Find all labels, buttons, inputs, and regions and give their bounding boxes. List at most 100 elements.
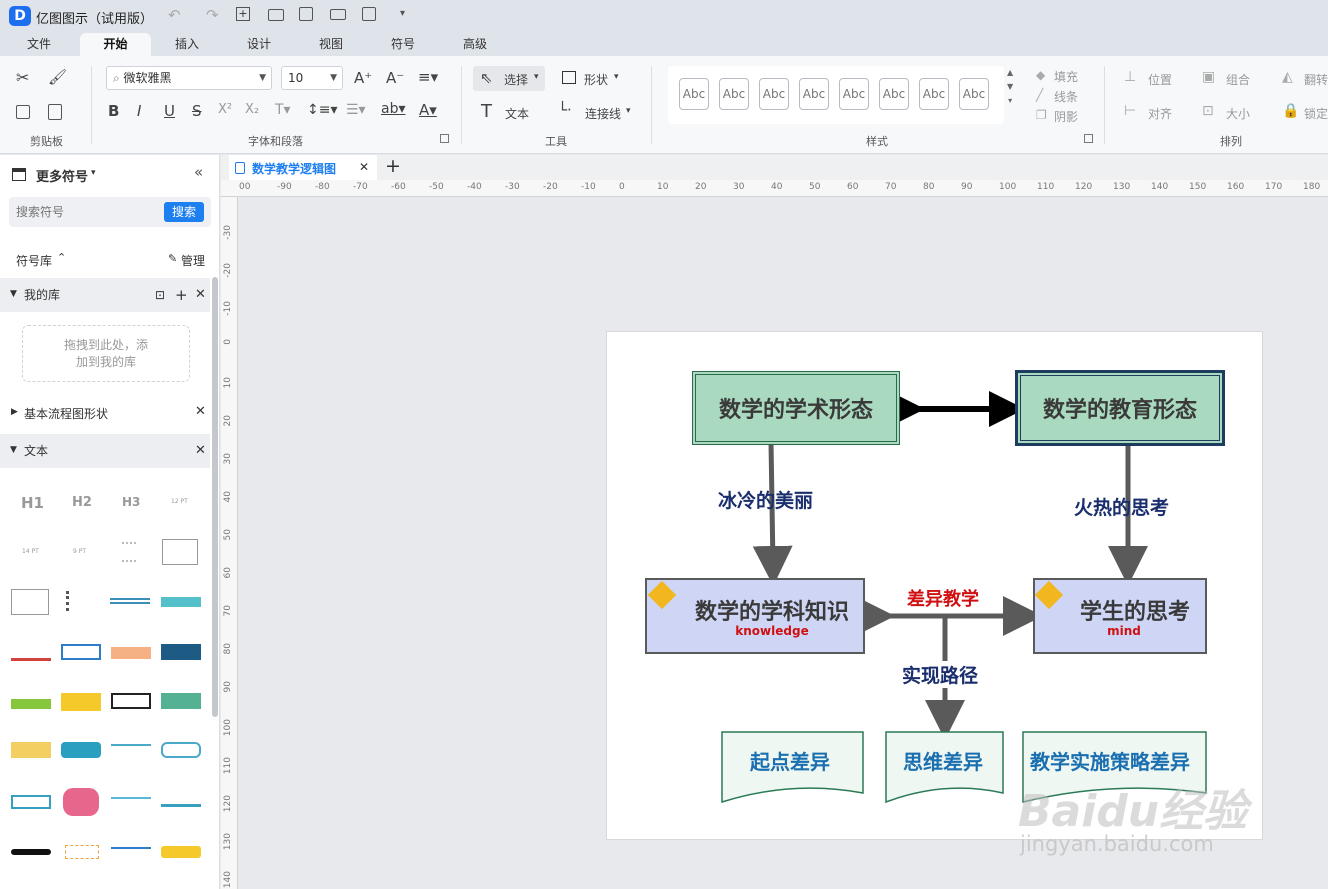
panel-scrollbar[interactable] xyxy=(212,277,218,717)
shape-button[interactable]: 形状 xyxy=(584,71,608,88)
symbol-thumbnail[interactable] xyxy=(111,647,151,659)
close-icon[interactable]: ✕ xyxy=(195,443,206,458)
export-icon[interactable] xyxy=(362,7,376,21)
align-objects-icon[interactable]: ⊢ xyxy=(1124,103,1136,119)
flip-button[interactable]: 翻转 xyxy=(1304,71,1328,88)
gallery-scroll-icon[interactable]: ▲ ▼ ▾ xyxy=(1007,68,1013,105)
text-sample-paragraph[interactable] xyxy=(122,542,136,562)
lock-button[interactable]: 锁定 xyxy=(1304,105,1328,122)
symbol-thumbnail[interactable] xyxy=(11,795,51,809)
size-icon[interactable]: ⊡ xyxy=(1202,103,1214,119)
superscript-icon[interactable]: X² xyxy=(218,102,232,117)
decrease-font-icon[interactable]: A⁻ xyxy=(386,69,404,87)
undo-icon[interactable]: ↶ xyxy=(168,6,181,24)
shape-icon[interactable] xyxy=(562,71,576,84)
node-student-thinking[interactable]: 学生的思考 mind xyxy=(1033,578,1207,654)
symbol-thumbnail[interactable] xyxy=(111,797,151,805)
tab-home[interactable]: 开始 xyxy=(80,33,151,56)
manage-icon[interactable]: ✎ xyxy=(168,252,177,265)
symbol-thumbnail[interactable] xyxy=(61,644,101,660)
new-file-icon[interactable]: + xyxy=(236,7,250,21)
symbol-thumbnail[interactable] xyxy=(66,591,80,611)
paste-icon[interactable] xyxy=(48,104,62,120)
text-sample-14pt[interactable]: 14 PT xyxy=(22,548,39,555)
align-button[interactable]: 对齐 xyxy=(1148,105,1172,122)
group-button[interactable]: 组合 xyxy=(1226,71,1250,88)
align-icon[interactable]: ≡▾ xyxy=(418,68,438,86)
expand-dialog-icon[interactable] xyxy=(1084,134,1093,143)
text-tool-icon[interactable]: T xyxy=(481,101,492,122)
text-sample-h2[interactable]: H2 xyxy=(72,495,92,510)
text-sample-box[interactable] xyxy=(162,539,198,565)
symbol-thumbnail[interactable] xyxy=(161,693,201,709)
italic-icon[interactable]: I xyxy=(137,102,141,120)
search-button[interactable]: 搜索 xyxy=(164,202,204,222)
text-color-icon[interactable]: A▾ xyxy=(419,101,437,119)
position-button[interactable]: 位置 xyxy=(1148,71,1172,88)
collapse-panel-icon[interactable]: « xyxy=(194,163,203,181)
format-painter-icon[interactable]: 🖌 xyxy=(48,68,67,86)
symbol-thumbnail[interactable] xyxy=(161,846,201,858)
font-size-select[interactable]: 10 ▼ xyxy=(281,66,343,90)
open-folder-icon[interactable] xyxy=(268,9,284,21)
style-swatch[interactable]: Abc xyxy=(879,78,909,110)
style-swatch[interactable]: Abc xyxy=(839,78,869,110)
subscript-icon[interactable]: X₂ xyxy=(245,102,259,117)
expand-arrow-icon[interactable]: ▶ xyxy=(11,407,18,417)
symbol-thumbnail[interactable] xyxy=(161,597,201,607)
symbol-thumbnail[interactable] xyxy=(111,744,151,756)
symbol-thumbnail[interactable] xyxy=(65,845,99,859)
manage-button[interactable]: 管理 xyxy=(181,252,205,269)
add-icon[interactable]: + xyxy=(175,286,188,304)
symbol-thumbnail[interactable] xyxy=(61,742,101,758)
tab-view[interactable]: 视图 xyxy=(306,33,356,56)
style-swatch[interactable]: Abc xyxy=(919,78,949,110)
lock-icon[interactable]: 🔒 xyxy=(1282,103,1299,119)
tab-advanced[interactable]: 高级 xyxy=(450,33,500,56)
label-hot-thinking[interactable]: 火热的思考 xyxy=(1074,493,1169,520)
chevron-up-icon[interactable]: ⌃ xyxy=(57,251,66,264)
symbol-thumbnail[interactable] xyxy=(161,742,201,758)
style-swatch[interactable]: Abc xyxy=(719,78,749,110)
line-spacing-icon[interactable]: ↕≡▾ xyxy=(307,102,338,118)
text-sample-h1[interactable]: H1 xyxy=(21,494,44,512)
tab-insert[interactable]: 插入 xyxy=(162,33,212,56)
close-icon[interactable]: ✕ xyxy=(195,404,206,419)
expand-dialog-icon[interactable] xyxy=(440,134,449,143)
print-icon[interactable] xyxy=(330,9,346,20)
close-icon[interactable]: ✕ xyxy=(195,287,206,302)
basic-flowchart-section[interactable]: 基本流程图形状 xyxy=(24,405,108,422)
font-color-icon[interactable]: ab▾ xyxy=(381,101,406,117)
fill-icon[interactable]: ◆ xyxy=(1036,68,1045,82)
node-academic-form[interactable]: 数学的学术形态 xyxy=(692,371,900,445)
close-tab-icon[interactable]: ✕ xyxy=(359,160,369,174)
style-swatch[interactable]: Abc xyxy=(679,78,709,110)
node-education-form[interactable]: 数学的教育形态 xyxy=(1015,370,1225,446)
symbol-thumbnail[interactable] xyxy=(11,849,51,855)
expand-arrow-icon[interactable]: ▼ xyxy=(10,289,17,299)
size-button[interactable]: 大小 xyxy=(1226,105,1250,122)
style-swatch[interactable]: Abc xyxy=(759,78,789,110)
style-swatch[interactable]: Abc xyxy=(799,78,829,110)
group-icon[interactable]: ▣ xyxy=(1202,69,1215,85)
copy-icon[interactable] xyxy=(16,105,30,119)
tab-symbol[interactable]: 符号 xyxy=(378,33,428,56)
expand-arrow-icon[interactable]: ▼ xyxy=(10,445,17,455)
symbol-thumbnail[interactable] xyxy=(110,598,150,604)
shadow-button[interactable]: 阴影 xyxy=(1054,108,1078,125)
symbol-thumbnail[interactable] xyxy=(11,742,51,758)
panel-title[interactable]: 更多符号 xyxy=(36,166,88,185)
position-icon[interactable]: ⊥ xyxy=(1124,69,1136,85)
flip-icon[interactable]: ◭ xyxy=(1282,69,1293,85)
font-family-select[interactable]: ⌕ 微软雅黑 ▼ xyxy=(106,66,272,90)
symbol-thumbnail[interactable] xyxy=(11,645,51,661)
connector-icon[interactable]: └· xyxy=(558,101,572,119)
symbol-thumbnail[interactable] xyxy=(161,644,201,660)
underline-icon[interactable]: U xyxy=(164,102,175,120)
strikethrough-icon[interactable]: S xyxy=(192,102,202,120)
tab-file[interactable]: 文件 xyxy=(14,33,64,56)
shadow-icon[interactable]: ❐ xyxy=(1036,108,1047,122)
text-button[interactable]: 文本 xyxy=(505,105,529,122)
symbol-thumbnail[interactable] xyxy=(63,788,99,816)
import-icon[interactable]: ⊡ xyxy=(155,288,165,302)
